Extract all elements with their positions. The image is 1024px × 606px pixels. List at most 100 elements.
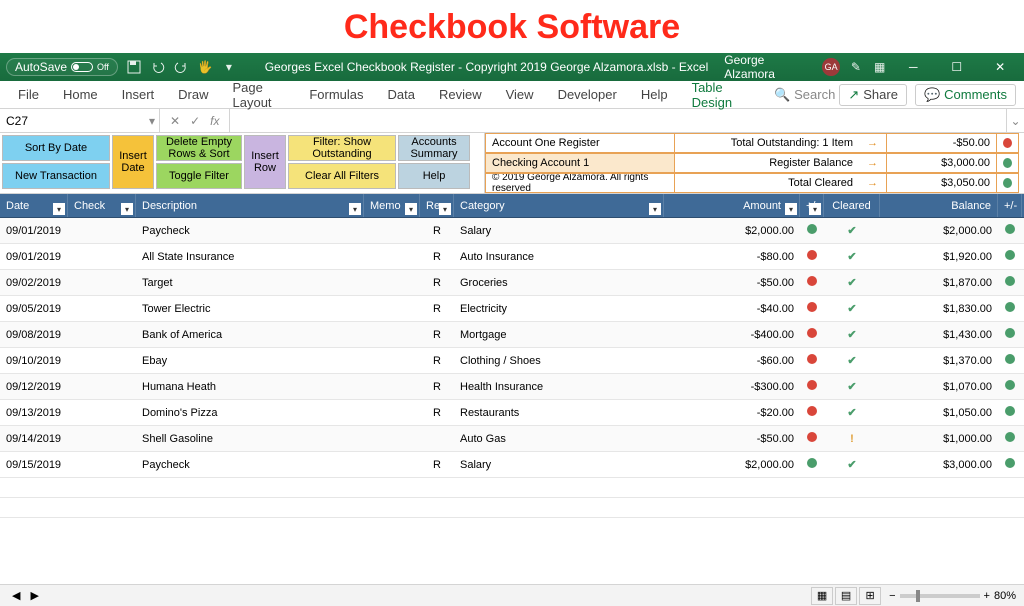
- table-row[interactable]: 09/13/2019Domino's PizzaRRestaurants-$20…: [0, 400, 1024, 426]
- cell-category[interactable]: Health Insurance: [454, 381, 664, 393]
- filter-icon[interactable]: ▾: [649, 203, 661, 215]
- cell-date[interactable]: 09/08/2019: [0, 329, 68, 341]
- display-options-icon[interactable]: ▦: [872, 59, 888, 75]
- cell-rec[interactable]: R: [420, 329, 454, 341]
- maximize-button[interactable]: ☐: [939, 53, 974, 81]
- cell-amount[interactable]: -$400.00: [664, 329, 800, 341]
- cell-description[interactable]: Tower Electric: [136, 303, 364, 315]
- filter-icon[interactable]: ▾: [121, 203, 133, 215]
- tab-draw[interactable]: Draw: [168, 83, 218, 106]
- filter-outstanding-button[interactable]: Filter: Show Outstanding: [288, 135, 396, 161]
- cell-rec[interactable]: R: [420, 407, 454, 419]
- insert-row-button[interactable]: Insert Row: [244, 135, 286, 189]
- cell-category[interactable]: Groceries: [454, 277, 664, 289]
- clear-filters-button[interactable]: Clear All Filters: [288, 163, 396, 189]
- table-row[interactable]: 09/14/2019Shell GasolineAuto Gas-$50.00!…: [0, 426, 1024, 452]
- redo-icon[interactable]: [173, 59, 189, 75]
- cell-rec[interactable]: R: [420, 459, 454, 471]
- cell-description[interactable]: Bank of America: [136, 329, 364, 341]
- insert-date-button[interactable]: Insert Date: [112, 135, 154, 189]
- col-category[interactable]: Category▾: [454, 194, 664, 217]
- tab-help[interactable]: Help: [631, 83, 678, 106]
- cell-category[interactable]: Auto Insurance: [454, 251, 664, 263]
- filter-icon[interactable]: ▾: [405, 203, 417, 215]
- table-row[interactable]: 09/05/2019Tower ElectricRElectricity-$40…: [0, 296, 1024, 322]
- cell-date[interactable]: 09/01/2019: [0, 225, 68, 237]
- expand-formula-icon[interactable]: ⌄: [1006, 109, 1024, 132]
- cell-balance[interactable]: $1,920.00: [880, 251, 998, 263]
- cell-category[interactable]: Restaurants: [454, 407, 664, 419]
- cell-description[interactable]: Paycheck: [136, 459, 364, 471]
- blank-row[interactable]: [0, 478, 1024, 498]
- cell-date[interactable]: 09/13/2019: [0, 407, 68, 419]
- view-normal-icon[interactable]: ▦: [811, 587, 833, 605]
- cell-amount[interactable]: -$40.00: [664, 303, 800, 315]
- cell-amount[interactable]: -$60.00: [664, 355, 800, 367]
- tab-insert[interactable]: Insert: [112, 83, 165, 106]
- fx-icon[interactable]: fx: [210, 114, 219, 128]
- tab-home[interactable]: Home: [53, 83, 108, 106]
- view-pagelayout-icon[interactable]: ▤: [835, 587, 857, 605]
- view-pagebreak-icon[interactable]: ⊞: [859, 587, 881, 605]
- table-row[interactable]: 09/02/2019TargetRGroceries-$50.00✔$1,870…: [0, 270, 1024, 296]
- cell-description[interactable]: Domino's Pizza: [136, 407, 364, 419]
- cell-description[interactable]: All State Insurance: [136, 251, 364, 263]
- cell-category[interactable]: Auto Gas: [454, 433, 664, 445]
- filter-icon[interactable]: ▾: [349, 203, 361, 215]
- col-check[interactable]: Check▾: [68, 194, 136, 217]
- cell-cleared[interactable]: ✔: [824, 380, 880, 393]
- enter-formula-icon[interactable]: ✓: [190, 114, 200, 128]
- table-row[interactable]: 09/01/2019All State InsuranceRAuto Insur…: [0, 244, 1024, 270]
- cell-cleared[interactable]: ✔: [824, 328, 880, 341]
- cell-date[interactable]: 09/14/2019: [0, 433, 68, 445]
- cell-balance[interactable]: $2,000.00: [880, 225, 998, 237]
- simplify-ribbon-icon[interactable]: ✎: [848, 59, 864, 75]
- autosave-toggle[interactable]: AutoSave Off: [6, 58, 118, 76]
- close-button[interactable]: ✕: [982, 53, 1017, 81]
- minimize-button[interactable]: ─: [896, 53, 931, 81]
- table-row[interactable]: 09/10/2019EbayRClothing / Shoes-$60.00✔$…: [0, 348, 1024, 374]
- col-date[interactable]: Date▾: [0, 194, 68, 217]
- search-box[interactable]: 🔍 Search: [774, 87, 835, 103]
- save-icon[interactable]: [126, 59, 142, 75]
- sheet-nav-prev[interactable]: ◀: [8, 589, 24, 602]
- table-body[interactable]: 09/01/2019PaycheckRSalary$2,000.00✔$2,00…: [0, 218, 1024, 518]
- cell-rec[interactable]: R: [420, 381, 454, 393]
- cell-description[interactable]: Shell Gasoline: [136, 433, 364, 445]
- col-plus-minus-2[interactable]: +/-: [998, 194, 1022, 217]
- filter-icon[interactable]: ▾: [809, 203, 821, 215]
- chevron-down-icon[interactable]: ▾: [149, 114, 155, 128]
- cell-cleared[interactable]: ✔: [824, 354, 880, 367]
- zoom-slider[interactable]: [900, 594, 980, 598]
- help-button[interactable]: Help: [398, 163, 470, 189]
- cell-amount[interactable]: -$50.00: [664, 277, 800, 289]
- cell-amount[interactable]: $2,000.00: [664, 459, 800, 471]
- comments-button[interactable]: 💬Comments: [915, 84, 1016, 106]
- cell-date[interactable]: 09/15/2019: [0, 459, 68, 471]
- cell-description[interactable]: Target: [136, 277, 364, 289]
- tab-developer[interactable]: Developer: [548, 83, 627, 106]
- tab-formulas[interactable]: Formulas: [299, 83, 373, 106]
- touch-icon[interactable]: 🖐: [197, 59, 213, 75]
- toggle-filter-button[interactable]: Toggle Filter: [156, 163, 242, 189]
- col-memo[interactable]: Memo▾: [364, 194, 420, 217]
- cell-cleared[interactable]: ✔: [824, 406, 880, 419]
- cell-rec[interactable]: R: [420, 225, 454, 237]
- col-description[interactable]: Description▾: [136, 194, 364, 217]
- tab-page-layout[interactable]: Page Layout: [223, 76, 296, 114]
- cell-rec[interactable]: R: [420, 355, 454, 367]
- cell-balance[interactable]: $1,070.00: [880, 381, 998, 393]
- cell-balance[interactable]: $1,870.00: [880, 277, 998, 289]
- table-row[interactable]: 09/12/2019Humana HeathRHealth Insurance-…: [0, 374, 1024, 400]
- cell-balance[interactable]: $1,430.00: [880, 329, 998, 341]
- qat-more-icon[interactable]: ▾: [221, 59, 237, 75]
- cell-category[interactable]: Clothing / Shoes: [454, 355, 664, 367]
- cell-date[interactable]: 09/02/2019: [0, 277, 68, 289]
- delete-empty-rows-button[interactable]: Delete Empty Rows & Sort: [156, 135, 242, 161]
- cell-amount[interactable]: $2,000.00: [664, 225, 800, 237]
- name-box[interactable]: C27▾: [0, 109, 160, 132]
- cell-cleared[interactable]: ✔: [824, 224, 880, 237]
- cell-rec[interactable]: R: [420, 303, 454, 315]
- tab-table-design[interactable]: Table Design: [682, 76, 756, 114]
- cell-category[interactable]: Salary: [454, 225, 664, 237]
